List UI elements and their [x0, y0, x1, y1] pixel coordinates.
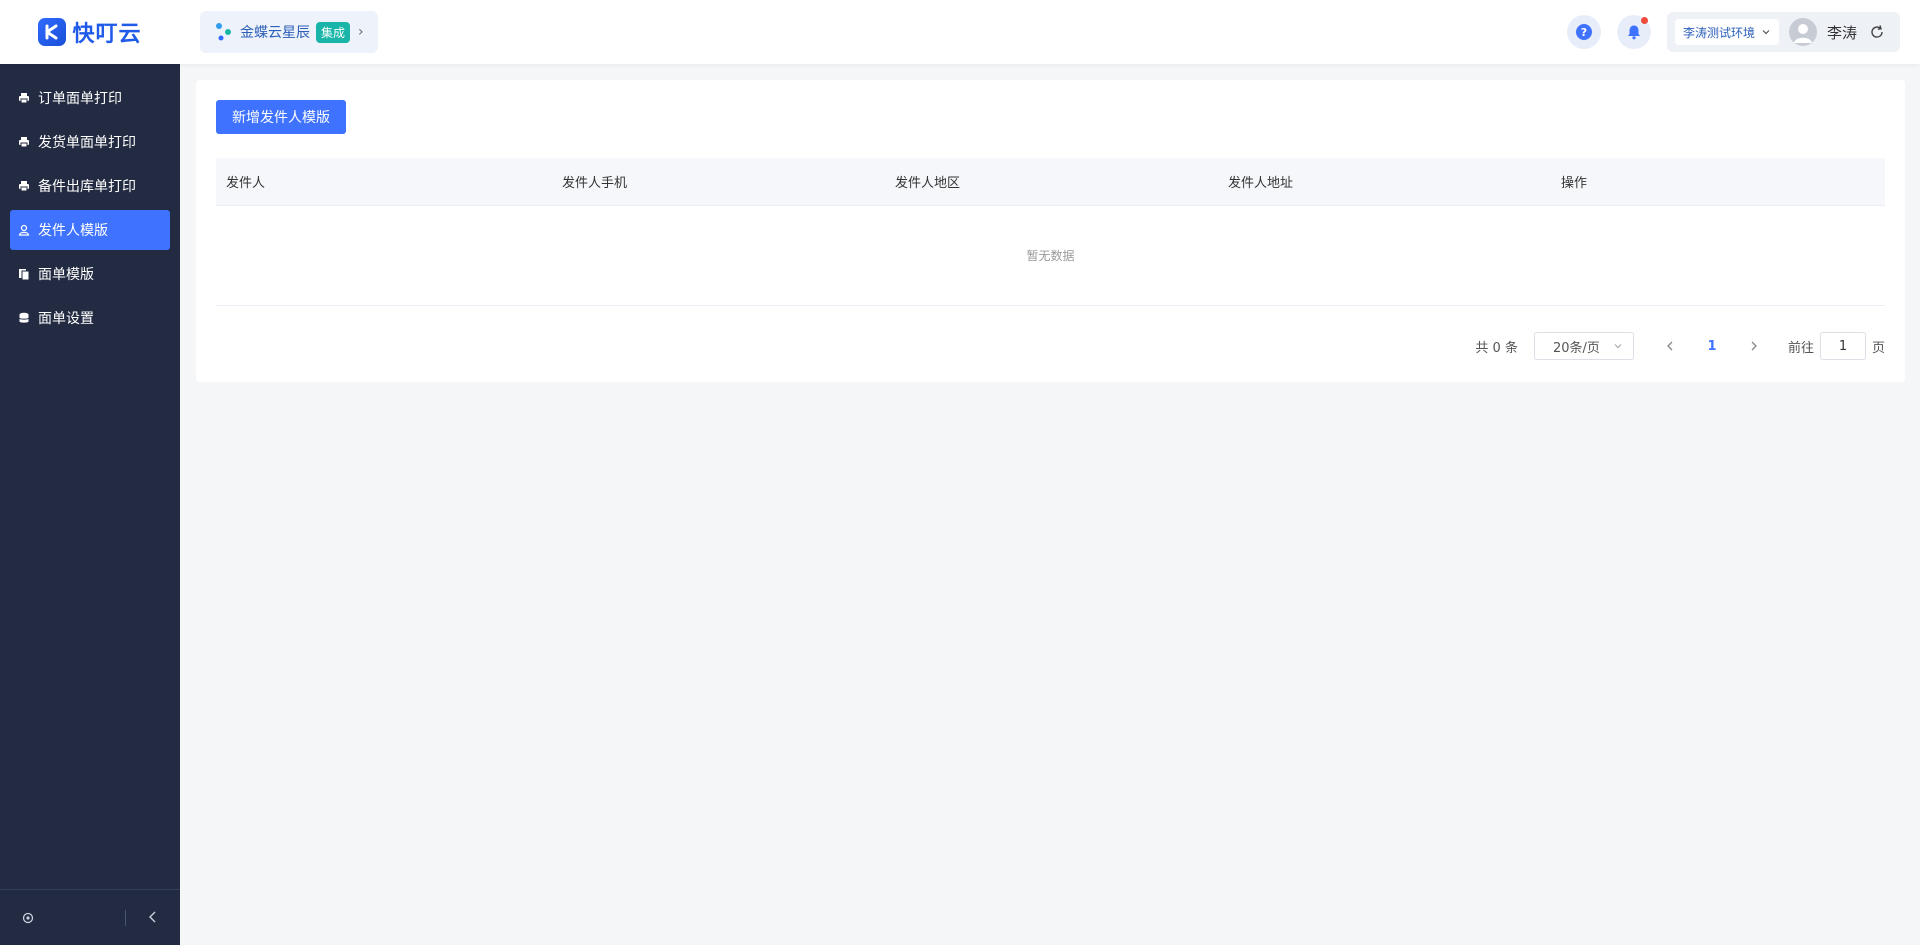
user-area: 李涛测试环境 李涛 — [1667, 12, 1900, 52]
sidebar-footer — [0, 889, 180, 945]
environment-label: 李涛测试环境 — [1683, 25, 1756, 40]
chevron-down-icon — [1614, 344, 1622, 349]
sidebar: 订单面单打印 发货单面单打印 备件出库单打印 发件人模版 面单模版 面单设置 — [0, 64, 180, 945]
sidebar-item-waybill-template[interactable]: 面单模版 — [10, 254, 170, 294]
user-avatar-icon — [1794, 24, 1813, 43]
svg-text:?: ? — [1581, 26, 1587, 39]
sender-table: 发件人 发件人手机 发件人地区 发件人地址 操作 暂无数据 — [216, 158, 1885, 306]
integration-tag: 集成 — [316, 21, 351, 43]
page-size-select[interactable]: 20条/页 — [1533, 332, 1634, 360]
pagination: 共 0 条 20条/页 1 前往 页 — [1475, 332, 1885, 360]
collapse-sidebar-icon[interactable] — [147, 910, 159, 928]
avatar[interactable] — [1789, 18, 1818, 46]
chevron-right-icon — [1751, 341, 1757, 351]
next-page-button[interactable] — [1740, 332, 1768, 360]
goto-label: 前往 — [1787, 340, 1814, 356]
footer-divider — [125, 910, 126, 926]
prev-page-button[interactable] — [1656, 332, 1684, 360]
add-sender-template-button[interactable]: 新增发件人模版 — [216, 100, 346, 134]
sidebar-nav: 订单面单打印 发货单面单打印 备件出库单打印 发件人模版 面单模版 面单设置 — [0, 64, 180, 338]
bell-icon — [1628, 25, 1640, 40]
user-name[interactable]: 李涛 — [1827, 22, 1857, 43]
integration-name: 金蝶云星辰 — [240, 25, 310, 41]
chevron-right-icon: › — [358, 24, 364, 40]
sidebar-item-label: 面单模版 — [38, 267, 94, 283]
gear-icon[interactable] — [22, 912, 34, 928]
chevron-left-icon — [1667, 341, 1673, 351]
integration-switch[interactable]: 金蝶云星辰 集成 › — [200, 11, 378, 53]
app-logo[interactable]: 快叮云 — [0, 0, 180, 64]
sidebar-item-waybill-settings[interactable]: 面单设置 — [10, 298, 170, 338]
sidebar-item-label: 面单设置 — [38, 311, 94, 327]
page-size-value: 20条/页 — [1552, 340, 1600, 356]
printer-icon — [18, 136, 30, 148]
column-header-phone: 发件人手机 — [562, 176, 628, 191]
sidebar-item-label: 发件人模版 — [38, 223, 108, 239]
column-header-address: 发件人地址 — [1228, 176, 1294, 191]
page-number-current[interactable]: 1 — [1694, 339, 1730, 354]
printer-icon — [18, 92, 30, 104]
empty-text: 暂无数据 — [1026, 249, 1075, 263]
notification-button[interactable] — [1617, 15, 1651, 49]
environment-select[interactable]: 李涛测试环境 — [1675, 19, 1780, 45]
sidebar-item-label: 备件出库单打印 — [38, 179, 136, 195]
goto-page-input[interactable] — [1819, 332, 1866, 360]
column-header-sender: 发件人 — [226, 176, 266, 191]
column-header-region: 发件人地区 — [895, 176, 961, 191]
user-icon — [18, 224, 30, 236]
sidebar-item-parts-outbound-print[interactable]: 备件出库单打印 — [10, 166, 170, 206]
logo-mark-icon — [38, 18, 67, 46]
question-icon: ? — [1576, 24, 1592, 40]
notification-badge — [1641, 17, 1648, 24]
sidebar-item-sender-template[interactable]: 发件人模版 — [10, 210, 170, 250]
goto-suffix: 页 — [1871, 340, 1885, 356]
sidebar-item-delivery-print[interactable]: 发货单面单打印 — [10, 122, 170, 162]
content-card: 新增发件人模版 发件人 发件人手机 发件人地区 发件人地址 操作 暂无数据 共 … — [196, 80, 1905, 382]
sidebar-item-label: 订单面单打印 — [38, 91, 122, 107]
table-header: 发件人 发件人手机 发件人地区 发件人地址 操作 — [216, 158, 1885, 206]
printer-icon — [18, 180, 30, 192]
sidebar-item-label: 发货单面单打印 — [38, 135, 136, 151]
column-header-actions: 操作 — [1561, 176, 1588, 191]
sidebar-item-order-print[interactable]: 订单面单打印 — [10, 78, 170, 118]
app-name: 快叮云 — [72, 22, 142, 47]
table-empty-state: 暂无数据 — [216, 206, 1885, 306]
database-icon — [18, 312, 30, 324]
integration-logo-icon — [216, 23, 231, 41]
help-button[interactable]: ? — [1567, 15, 1601, 49]
document-icon — [18, 268, 30, 280]
chevron-down-icon — [1762, 30, 1770, 35]
pagination-total: 共 0 条 — [1475, 340, 1518, 356]
top-header: 快叮云 金蝶云星辰 集成 › ? 李涛测试环境 李涛 — [0, 0, 1920, 64]
refresh-icon[interactable] — [1869, 24, 1885, 40]
